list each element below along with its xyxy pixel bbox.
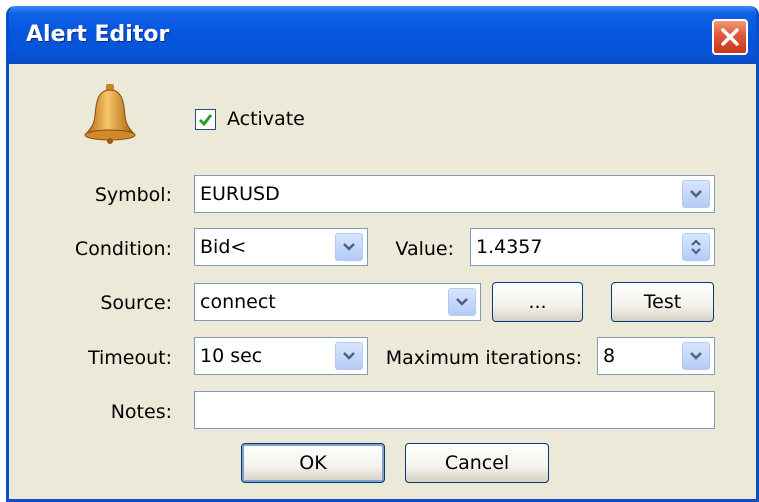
close-icon bbox=[721, 28, 739, 46]
notes-label: Notes: bbox=[110, 401, 172, 423]
value-spinner[interactable]: 1.4357 bbox=[470, 228, 715, 266]
source-dropdown-button[interactable] bbox=[448, 288, 476, 316]
window-title: Alert Editor bbox=[26, 22, 170, 47]
chevron-down-icon bbox=[343, 243, 355, 251]
browse-button[interactable]: ... bbox=[492, 282, 583, 322]
cancel-button-label: Cancel bbox=[444, 452, 510, 474]
timeout-select[interactable]: 10 sec bbox=[194, 337, 368, 375]
timeout-dropdown-button[interactable] bbox=[335, 342, 363, 370]
symbol-value: EURUSD bbox=[200, 183, 280, 205]
max-iterations-label: Maximum iterations: bbox=[385, 347, 582, 369]
symbol-select[interactable]: EURUSD bbox=[194, 175, 715, 213]
chevron-down-icon bbox=[456, 298, 468, 306]
source-select[interactable]: connect bbox=[194, 283, 481, 321]
condition-select[interactable]: Bid< bbox=[194, 228, 368, 266]
ok-button-label: OK bbox=[299, 452, 327, 474]
title-bar[interactable]: Alert Editor bbox=[9, 6, 756, 64]
condition-dropdown-button[interactable] bbox=[335, 233, 363, 261]
source-value: connect bbox=[200, 291, 276, 313]
activate-checkbox[interactable] bbox=[195, 108, 216, 130]
timeout-label: Timeout: bbox=[87, 347, 172, 369]
bell-icon bbox=[84, 84, 136, 144]
browse-button-label: ... bbox=[528, 291, 547, 313]
symbol-dropdown-button[interactable] bbox=[682, 180, 710, 208]
activate-label: Activate bbox=[227, 108, 305, 130]
notes-input[interactable] bbox=[194, 391, 715, 429]
spin-arrows-icon bbox=[691, 239, 701, 255]
test-button-label: Test bbox=[643, 291, 682, 313]
close-button[interactable] bbox=[712, 19, 748, 55]
chevron-down-icon bbox=[690, 190, 702, 198]
activate-checkbox-row[interactable]: Activate bbox=[195, 108, 305, 130]
dialog-body: Activate Symbol: EURUSD Condition: Bid< … bbox=[9, 64, 756, 499]
test-button[interactable]: Test bbox=[611, 282, 714, 322]
symbol-label: Symbol: bbox=[94, 184, 172, 206]
source-label: Source: bbox=[100, 292, 172, 314]
max-iterations-select[interactable]: 8 bbox=[597, 337, 715, 375]
condition-label: Condition: bbox=[74, 238, 172, 260]
cancel-button[interactable]: Cancel bbox=[405, 443, 549, 483]
value-label: Value: bbox=[395, 238, 454, 260]
alert-editor-window: Alert Editor Activate Symbol: EURUSD Con… bbox=[6, 6, 759, 502]
check-icon bbox=[198, 113, 213, 126]
max-iterations-dropdown-button[interactable] bbox=[682, 342, 710, 370]
value-value: 1.4357 bbox=[476, 236, 543, 258]
chevron-down-icon bbox=[343, 352, 355, 360]
chevron-down-icon bbox=[690, 352, 702, 360]
value-spin-button[interactable] bbox=[682, 233, 710, 261]
ok-button[interactable]: OK bbox=[241, 443, 385, 483]
